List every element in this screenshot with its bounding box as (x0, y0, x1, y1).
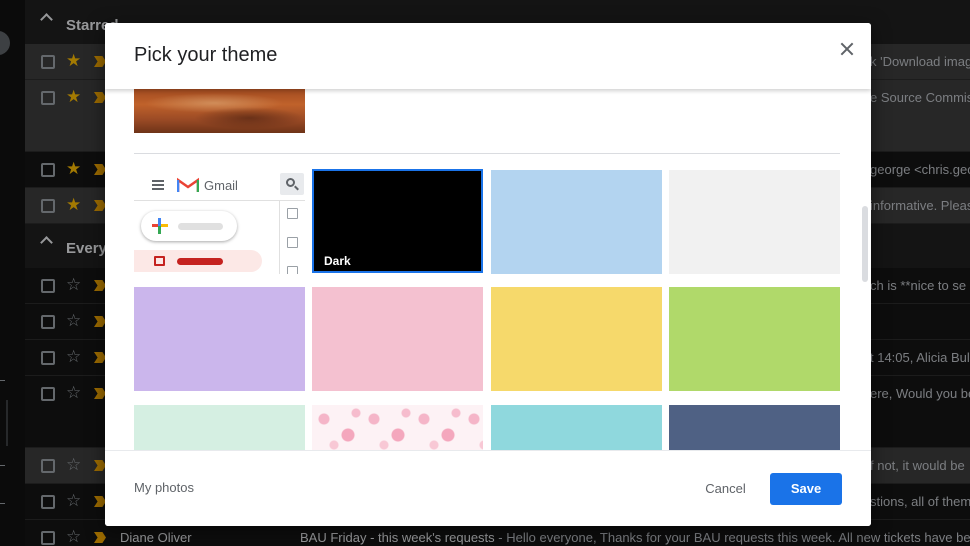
theme-tile-slate-blue[interactable] (669, 405, 840, 450)
theme-photo-tile[interactable] (134, 89, 305, 133)
theme-tile-cherry-blossom[interactable] (312, 405, 483, 450)
scrollbar-thumb[interactable] (862, 206, 868, 282)
theme-tile-light-blue[interactable] (491, 170, 662, 274)
plus-icon (152, 218, 168, 234)
theme-tile-turquoise[interactable] (491, 405, 662, 450)
divider (134, 153, 840, 154)
theme-tile-mint[interactable] (134, 405, 305, 450)
gmail-logo-icon (177, 177, 199, 192)
dialog-header: Pick your theme (105, 23, 871, 89)
compose-button-preview (141, 211, 237, 241)
theme-tile-yellow[interactable] (491, 287, 662, 391)
search-icon (280, 173, 304, 195)
theme-tile-lavender[interactable] (134, 287, 305, 391)
inbox-item-preview (134, 250, 262, 272)
cancel-button[interactable]: Cancel (688, 473, 763, 505)
theme-tile-light-gray[interactable] (669, 170, 840, 274)
theme-default-preview[interactable]: Gmail (134, 170, 305, 274)
my-photos-link[interactable]: My photos (134, 480, 194, 495)
inbox-icon (154, 256, 165, 266)
theme-tile-pink[interactable] (312, 287, 483, 391)
close-icon[interactable] (835, 37, 859, 61)
preview-app-name: Gmail (204, 178, 238, 193)
checkbox-preview (287, 208, 298, 219)
dialog-title: Pick your theme (134, 44, 278, 66)
checkbox-preview (287, 237, 298, 248)
save-button[interactable]: Save (770, 473, 842, 505)
theme-label: Dark (324, 254, 351, 268)
theme-tile-dark[interactable]: Dark (312, 169, 483, 273)
dialog-footer: My photos Cancel Save (105, 450, 871, 526)
theme-dialog: Pick your theme Gmail Dark My photos Can… (105, 23, 871, 526)
theme-tile-green[interactable] (669, 287, 840, 391)
menu-icon (152, 180, 164, 192)
checkbox-preview (287, 266, 298, 274)
theme-gallery[interactable]: Gmail Dark (105, 89, 871, 450)
